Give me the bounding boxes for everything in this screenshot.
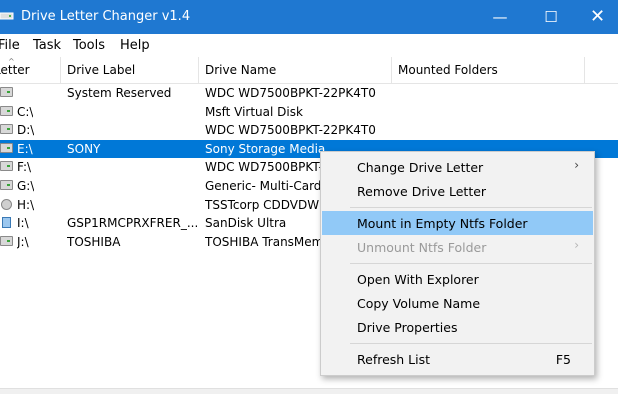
drive-letter: C:\ bbox=[17, 104, 34, 119]
menu-item-label: Change Drive Letter bbox=[357, 160, 484, 175]
drive-letter: I:\ bbox=[17, 216, 29, 231]
drive-icon bbox=[0, 161, 13, 172]
menu-copy-volume-name[interactable]: Copy Volume Name bbox=[322, 291, 593, 315]
drive-letter: H:\ bbox=[17, 197, 35, 212]
shortcut-label: F5 bbox=[555, 352, 571, 367]
menu-item-label: Remove Drive Letter bbox=[357, 184, 487, 199]
list-header: ^ Letter Drive Label Drive Name Mounted … bbox=[0, 57, 618, 84]
drive-icon bbox=[0, 87, 13, 97]
window-bottom-edge bbox=[0, 388, 618, 394]
drive-label: TOSHIBA bbox=[67, 234, 121, 249]
usb-icon bbox=[2, 217, 11, 229]
close-button[interactable]: ✕ bbox=[577, 0, 618, 34]
table-row[interactable]: System Reserved WDC WD7500BPKT-22PK4T0 bbox=[0, 84, 618, 103]
drive-icon bbox=[0, 142, 13, 153]
minimize-button[interactable]: — bbox=[476, 0, 524, 34]
drive-letter: D:\ bbox=[17, 123, 35, 138]
menu-mount-empty-ntfs-folder[interactable]: Mount in Empty Ntfs Folder bbox=[322, 211, 593, 235]
drive-name: WDC WD7500BPKT-22PK4T0 bbox=[205, 123, 376, 138]
drive-icon bbox=[0, 179, 13, 190]
drive-name: Msft Virtual Disk bbox=[205, 104, 303, 119]
menu-open-with-explorer[interactable]: Open With Explorer bbox=[322, 267, 593, 291]
chevron-right-icon: › bbox=[574, 238, 579, 252]
menu-remove-drive-letter[interactable]: Remove Drive Letter bbox=[322, 179, 593, 203]
column-drive-label-text: Drive Label bbox=[67, 63, 136, 77]
column-mounted-folders-text: Mounted Folders bbox=[398, 63, 498, 77]
menu-change-drive-letter[interactable]: Change Drive Letter › bbox=[322, 155, 593, 179]
menu-tools[interactable]: Tools bbox=[73, 38, 105, 53]
menu-help[interactable]: Help bbox=[120, 38, 150, 53]
drive-name: WDC WD7500BPKT-22PK4T0 bbox=[205, 86, 376, 100]
drive-label: GSP1RMCPRXFRER_... bbox=[67, 216, 197, 231]
sort-ascending-icon: ^ bbox=[8, 57, 15, 66]
drive-letter: J:\ bbox=[17, 234, 29, 249]
menu-item-label: Refresh List bbox=[357, 352, 431, 367]
column-drive-name-text: Drive Name bbox=[205, 63, 277, 77]
drive-icon bbox=[0, 124, 13, 135]
drive-icon bbox=[0, 105, 13, 116]
drive-letter: G:\ bbox=[17, 178, 35, 193]
drive-label: SONY bbox=[67, 141, 101, 156]
menu-separator bbox=[350, 263, 592, 264]
menu-item-label: Mount in Empty Ntfs Folder bbox=[357, 216, 528, 231]
maximize-button[interactable]: ☐ bbox=[527, 0, 575, 34]
menu-drive-properties[interactable]: Drive Properties bbox=[322, 315, 593, 339]
column-mounted-folders[interactable]: Mounted Folders bbox=[392, 57, 585, 84]
column-letter[interactable]: ^ Letter bbox=[0, 57, 61, 84]
drive-label: System Reserved bbox=[67, 86, 172, 100]
menu-item-label: Unmount Ntfs Folder bbox=[357, 240, 487, 255]
drive-letter: E:\ bbox=[17, 141, 33, 156]
menu-task[interactable]: Task bbox=[33, 38, 61, 53]
menu-separator bbox=[350, 207, 592, 208]
menu-item-label: Drive Properties bbox=[357, 320, 458, 335]
context-menu: Change Drive Letter › Remove Drive Lette… bbox=[320, 151, 595, 376]
chevron-right-icon: › bbox=[574, 158, 579, 172]
menu-item-label: Copy Volume Name bbox=[357, 296, 481, 311]
column-letter-label: Letter bbox=[0, 63, 30, 77]
title-bar[interactable]: Drive Letter Changer v1.4 — ☐ ✕ bbox=[0, 0, 618, 34]
column-drive-name[interactable]: Drive Name bbox=[199, 57, 392, 84]
menu-separator bbox=[350, 343, 592, 344]
menu-bar: File Task Tools Help bbox=[0, 34, 618, 56]
drive-letter: F:\ bbox=[17, 160, 32, 175]
column-drive-label[interactable]: Drive Label bbox=[61, 57, 199, 84]
cd-icon bbox=[1, 198, 12, 210]
table-row[interactable]: D:\ WDC WD7500BPKT-22PK4T0 bbox=[0, 121, 618, 140]
drive-icon bbox=[0, 235, 13, 246]
menu-unmount-ntfs-folder: Unmount Ntfs Folder › bbox=[322, 235, 593, 259]
menu-refresh-list[interactable]: Refresh List F5 bbox=[322, 347, 593, 371]
window-title: Drive Letter Changer v1.4 bbox=[21, 9, 191, 24]
table-row[interactable]: C:\ Msft Virtual Disk bbox=[0, 103, 618, 122]
drive-icon bbox=[0, 12, 14, 20]
menu-item-label: Open With Explorer bbox=[357, 272, 479, 287]
